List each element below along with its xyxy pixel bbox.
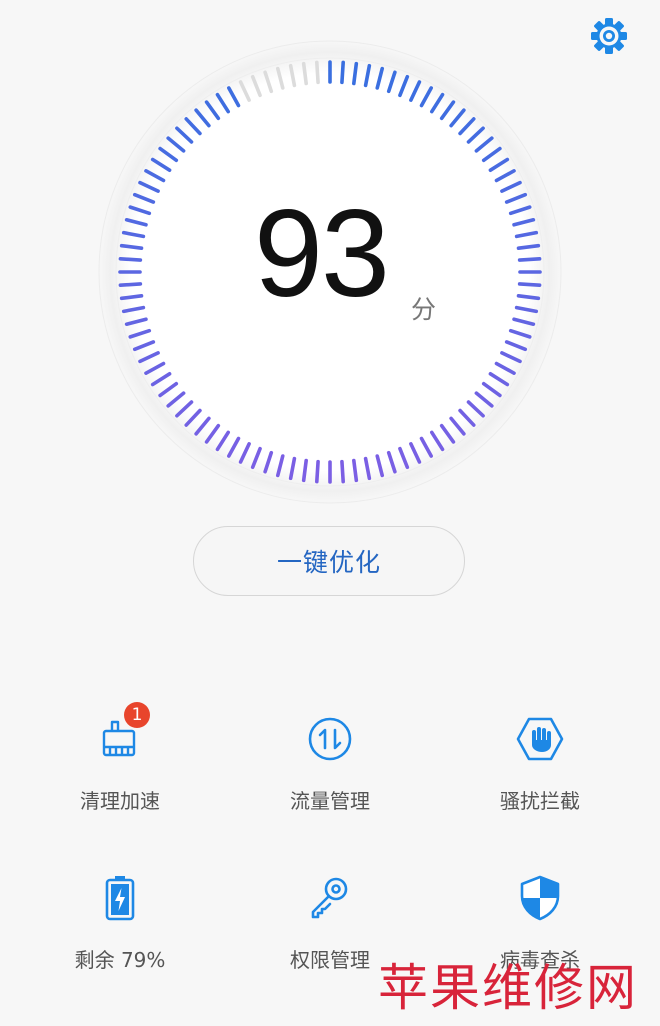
gauge-tick <box>118 257 143 262</box>
tool-label: 剩余 79% <box>74 948 166 972</box>
gauge-tick <box>340 60 345 85</box>
gauge-tick <box>352 458 359 483</box>
tool-label: 流量管理 <box>290 789 370 813</box>
gauge-tick <box>352 61 359 86</box>
tool-data-traffic[interactable]: 流量管理 <box>240 714 420 834</box>
gear-icon <box>591 18 627 54</box>
shield-icon <box>515 873 565 923</box>
tool-label: 骚扰拦截 <box>500 789 580 813</box>
gauge-tick <box>301 458 308 483</box>
gauge-tick <box>301 61 308 86</box>
gauge-tick <box>315 459 320 484</box>
gauge-tick <box>119 294 144 301</box>
tool-harassment-block[interactable]: 骚扰拦截 <box>450 714 630 834</box>
score-unit: 分 <box>411 295 437 324</box>
tool-battery[interactable]: 剩余 79% <box>30 873 210 993</box>
gauge-tick <box>516 294 541 301</box>
broom-clean-icon: 1 <box>95 702 150 764</box>
gauge-tick <box>517 257 542 262</box>
gauge-tick <box>119 243 144 250</box>
optimize-button[interactable]: 一键优化 <box>193 526 465 596</box>
score-value: 93 <box>254 185 390 323</box>
key-icon <box>305 873 355 923</box>
tool-label: 清理加速 <box>80 789 160 813</box>
battery-icon <box>95 873 145 923</box>
watermark: 苹果维修网 <box>378 959 638 1017</box>
tool-clean-speedup[interactable]: 1 清理加速 <box>30 702 210 834</box>
notification-badge: 1 <box>124 702 150 728</box>
gauge-tick <box>517 282 542 287</box>
data-traffic-icon <box>305 714 355 764</box>
gauge-tick <box>516 243 541 250</box>
gauge-tick <box>315 60 320 85</box>
hand-block-icon <box>515 714 565 764</box>
gauge-tick <box>340 459 345 484</box>
settings-button[interactable] <box>588 15 630 57</box>
gauge-tick <box>118 282 143 287</box>
